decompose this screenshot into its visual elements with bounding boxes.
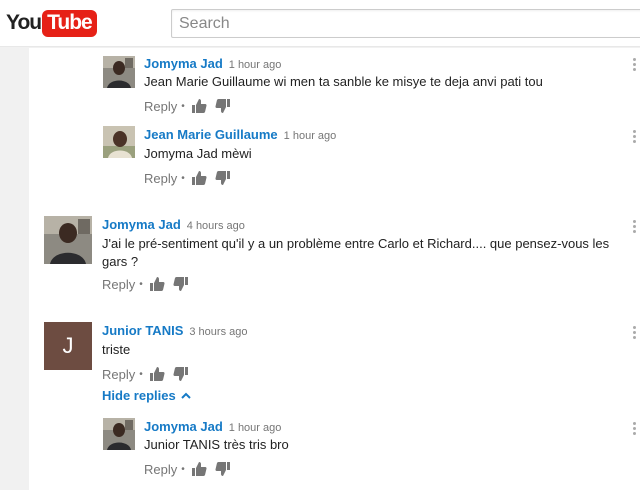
avatar[interactable] (103, 56, 135, 88)
thumbs-down-icon[interactable] (173, 276, 189, 292)
search-input[interactable] (172, 10, 640, 37)
separator-dot: • (181, 100, 185, 112)
thumbs-up-icon[interactable] (149, 276, 165, 292)
comment-menu-icon[interactable] (633, 422, 637, 436)
youtube-logo[interactable]: You Tube (6, 9, 97, 37)
comment-text: triste (102, 342, 131, 357)
avatar[interactable] (44, 216, 92, 264)
comment-reply-jomyma-2: Jomyma Jad 1 hour ago Junior TANIS très … (29, 410, 640, 490)
chevron-up-icon (180, 392, 191, 399)
thumbs-up-icon[interactable] (191, 461, 207, 477)
search-box[interactable] (171, 9, 640, 38)
comments-section: Jomyma Jad 1 hour ago Jean Marie Guillau… (29, 48, 640, 490)
thumbs-down-icon[interactable] (173, 366, 189, 382)
hide-replies-label: Hide replies (102, 388, 176, 403)
separator-dot: • (181, 463, 185, 475)
comment-timestamp[interactable]: 1 hour ago (229, 59, 282, 71)
comment-author[interactable]: Junior TANIS (102, 323, 183, 338)
comment-author[interactable]: Jean Marie Guillaume (144, 127, 278, 142)
logo-you-text: You (6, 11, 42, 34)
avatar[interactable]: J (44, 322, 92, 370)
comment-author[interactable]: Jomyma Jad (144, 56, 223, 71)
comment-reply-jomyma-1: Jomyma Jad 1 hour ago Jean Marie Guillau… (29, 48, 640, 118)
thumbs-down-icon[interactable] (215, 170, 231, 186)
logo-tube-text: Tube (42, 9, 97, 37)
comment-timestamp[interactable]: 3 hours ago (189, 326, 247, 338)
comment-menu-icon[interactable] (633, 220, 637, 234)
comment-text: Junior TANIS très tris bro (144, 437, 289, 452)
avatar[interactable] (103, 418, 135, 450)
comment-timestamp[interactable]: 1 hour ago (284, 130, 337, 142)
reply-button[interactable]: Reply (102, 277, 135, 292)
top-bar: You Tube (0, 0, 640, 47)
comment-jomyma-top: Jomyma Jad 4 hours ago J'ai le pré-senti… (29, 208, 640, 303)
reply-button[interactable]: Reply (144, 99, 177, 114)
comment-reply-jean-marie: Jean Marie Guillaume 1 hour ago Jomyma J… (29, 118, 640, 188)
thumbs-up-icon[interactable] (191, 170, 207, 186)
comment-author[interactable]: Jomyma Jad (144, 419, 223, 434)
separator-dot: • (139, 368, 143, 380)
comment-text: J'ai le pré-sentiment qu'il y a un probl… (102, 236, 610, 269)
comment-timestamp[interactable]: 4 hours ago (187, 220, 245, 232)
comment-text: Jomyma Jad mèwi (144, 146, 252, 161)
thumbs-down-icon[interactable] (215, 461, 231, 477)
separator-dot: • (181, 172, 185, 184)
reply-button[interactable]: Reply (144, 462, 177, 477)
thumbs-up-icon[interactable] (149, 366, 165, 382)
hide-replies-button[interactable]: Hide replies (102, 388, 191, 403)
comment-junior-tanis: J Junior TANIS 3 hours ago triste Reply … (29, 314, 640, 410)
comment-author[interactable]: Jomyma Jad (102, 217, 181, 232)
comment-menu-icon[interactable] (633, 326, 637, 340)
reply-button[interactable]: Reply (102, 367, 135, 382)
thumbs-up-icon[interactable] (191, 98, 207, 114)
comment-menu-icon[interactable] (633, 130, 637, 144)
thumbs-down-icon[interactable] (215, 98, 231, 114)
reply-button[interactable]: Reply (144, 171, 177, 186)
comment-menu-icon[interactable] (633, 58, 637, 72)
separator-dot: • (139, 278, 143, 290)
avatar[interactable] (103, 126, 135, 158)
comment-text: Jean Marie Guillaume wi men ta sanble ke… (144, 74, 543, 89)
comment-timestamp[interactable]: 1 hour ago (229, 422, 282, 434)
